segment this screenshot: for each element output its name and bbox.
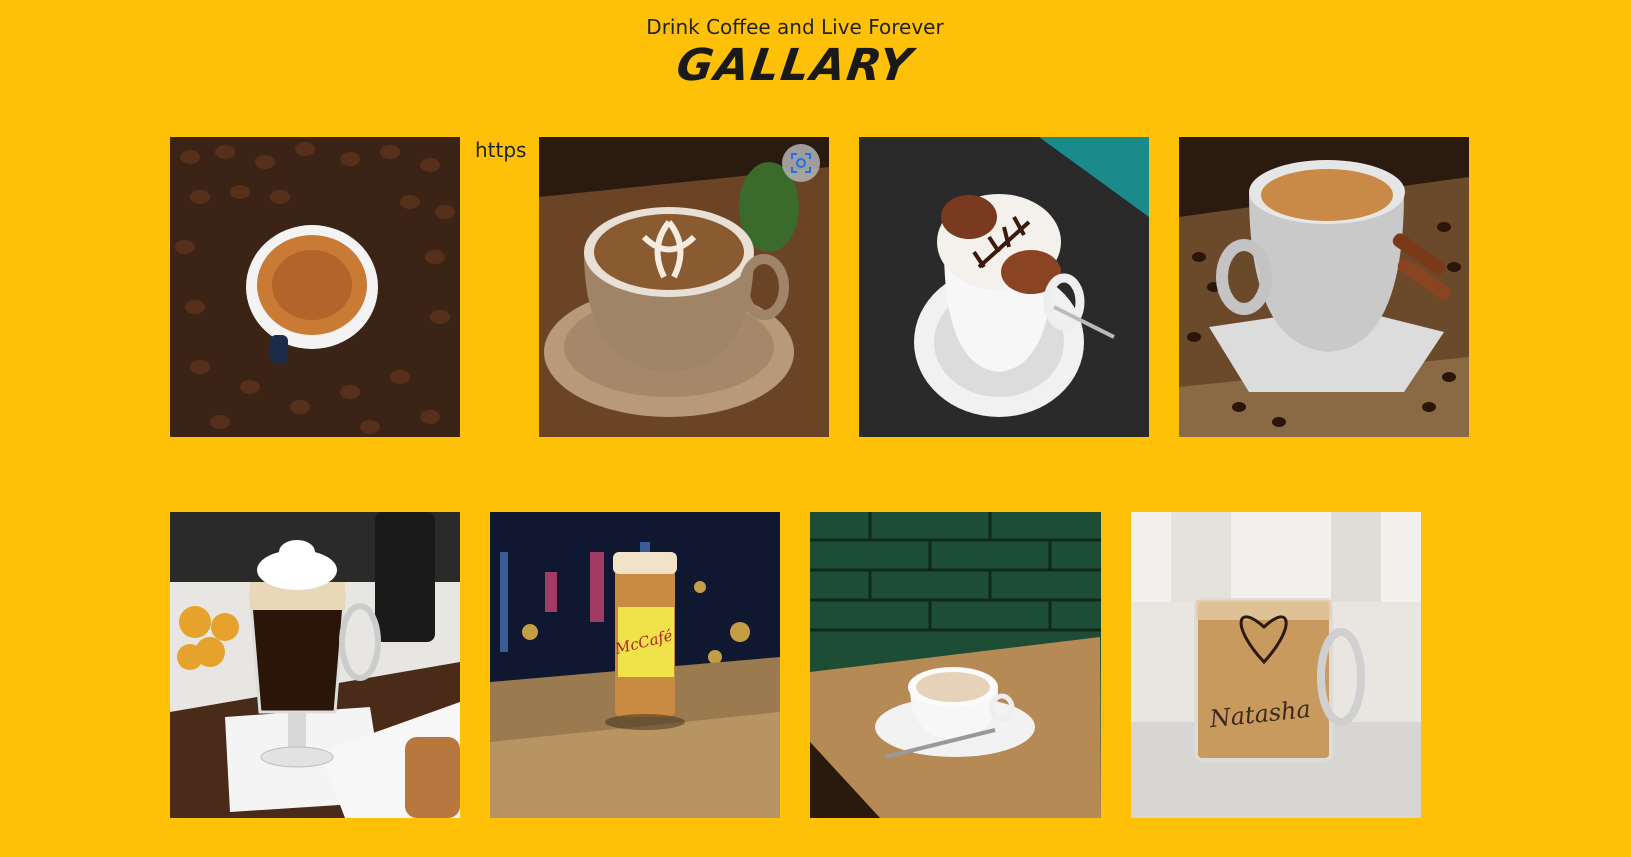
- gallery-image-mccafe-cup-street[interactable]: McCafé: [490, 512, 780, 818]
- gallery-image-latte-art-cup[interactable]: [539, 137, 829, 437]
- page-subtitle: Drink Coffee and Live Forever: [646, 15, 944, 39]
- gallery-page: Drink Coffee and Live Forever GALLARY ht…: [0, 0, 1631, 857]
- gallery-image-irish-coffee-glass[interactable]: [170, 512, 460, 818]
- gallery-image-cappuccino-chocolate[interactable]: [859, 137, 1149, 437]
- visual-search-lens-button[interactable]: [782, 144, 820, 182]
- page-title: GALLARY: [673, 40, 917, 91]
- gallery-image-natasha-glass-mug[interactable]: Natasha: [1131, 512, 1421, 818]
- gallery-image-white-cup-cinnamon[interactable]: [1179, 137, 1469, 437]
- broken-image-alt-text: https: [475, 138, 527, 162]
- gallery-image-espresso-on-beans[interactable]: [170, 137, 460, 437]
- gallery-image-flat-white-table[interactable]: [810, 512, 1101, 818]
- lens-icon: [791, 153, 811, 173]
